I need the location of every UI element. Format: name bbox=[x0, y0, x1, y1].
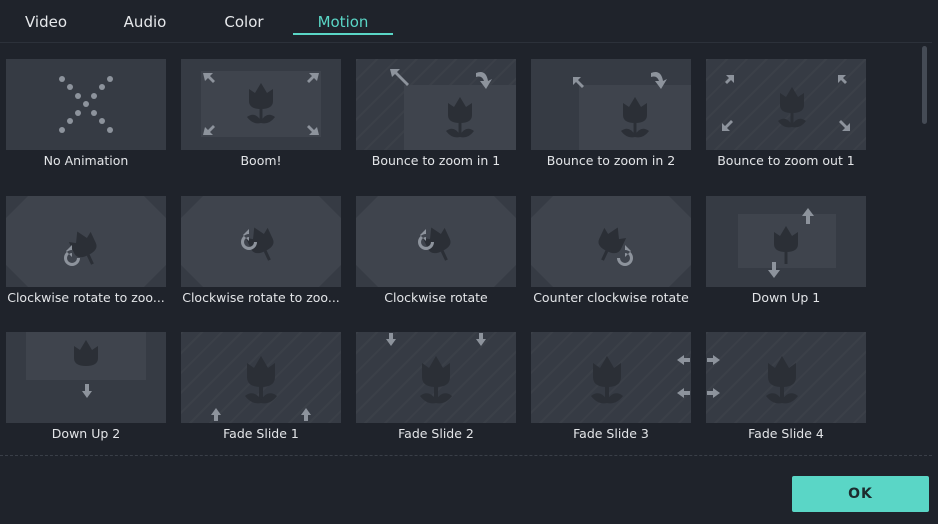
arrow-left-icon bbox=[677, 355, 690, 365]
preset-no-animation[interactable]: No Animation bbox=[1, 59, 171, 179]
preset-label: Bounce to zoom out 1 bbox=[717, 153, 855, 168]
preset-thumbnail bbox=[356, 59, 516, 150]
preset-label: Counter clockwise rotate bbox=[533, 290, 689, 305]
arrow-down-icon bbox=[386, 333, 396, 346]
scrollbar-thumb[interactable] bbox=[922, 46, 927, 124]
preset-thumbnail bbox=[6, 196, 166, 287]
tulip-icon bbox=[766, 356, 798, 404]
preset-label: Fade Slide 1 bbox=[223, 426, 299, 441]
tulip-icon bbox=[778, 87, 806, 128]
preset-thumbnail bbox=[706, 332, 866, 423]
preset-label: No Animation bbox=[43, 153, 129, 168]
preset-thumbnail bbox=[6, 59, 166, 150]
arrow-icon bbox=[573, 77, 584, 88]
tulip-icon bbox=[591, 356, 623, 404]
preset-clockwise-rotate-to-zoom-2[interactable]: Clockwise rotate to zoo... bbox=[176, 196, 346, 316]
tab-audio[interactable]: Audio bbox=[113, 0, 177, 36]
preset-thumbnail bbox=[706, 196, 866, 287]
arrow-right-icon bbox=[707, 355, 720, 365]
tab-color[interactable]: Color bbox=[212, 0, 276, 36]
preset-fade-slide-3[interactable]: Fade Slide 3 bbox=[526, 332, 696, 452]
preset-bounce-to-zoom-in-1[interactable]: Bounce to zoom in 1 bbox=[351, 59, 521, 179]
preset-label: Fade Slide 2 bbox=[398, 426, 474, 441]
preset-boom[interactable]: Boom! bbox=[176, 59, 346, 179]
arrow-up-icon bbox=[301, 408, 311, 421]
preset-label: Boom! bbox=[240, 153, 282, 168]
arrow-down-icon bbox=[476, 333, 486, 346]
arrow-right-icon bbox=[707, 388, 720, 398]
preset-clockwise-rotate-to-zoom-1[interactable]: Clockwise rotate to zoo... bbox=[1, 196, 171, 316]
tulip-icon bbox=[245, 356, 277, 404]
preset-fade-slide-2[interactable]: Fade Slide 2 bbox=[351, 332, 521, 452]
preset-label: Fade Slide 4 bbox=[748, 426, 824, 441]
preset-fade-slide-4[interactable]: Fade Slide 4 bbox=[701, 332, 871, 452]
preset-thumbnail bbox=[531, 332, 691, 423]
preset-thumbnail bbox=[181, 196, 341, 287]
preset-counter-clockwise-rotate[interactable]: Counter clockwise rotate bbox=[526, 196, 696, 316]
preset-label: Clockwise rotate bbox=[384, 290, 488, 305]
preset-label: Fade Slide 3 bbox=[573, 426, 649, 441]
arrow-down-icon bbox=[82, 384, 92, 398]
preset-thumbnail bbox=[181, 332, 341, 423]
arrow-icon bbox=[390, 69, 409, 86]
tab-video[interactable]: Video bbox=[14, 0, 78, 36]
preset-label: Clockwise rotate to zoo... bbox=[7, 290, 165, 305]
preset-label: Down Up 1 bbox=[751, 290, 821, 305]
preset-label: Down Up 2 bbox=[51, 426, 121, 441]
tab-bar: Video Audio Color Motion bbox=[0, 0, 938, 40]
preset-label: Clockwise rotate to zoo... bbox=[182, 290, 340, 305]
preset-thumbnail bbox=[531, 196, 691, 287]
active-tab-indicator bbox=[293, 33, 393, 35]
dotted-x-icon bbox=[59, 76, 113, 133]
preset-label: Bounce to zoom in 2 bbox=[546, 153, 676, 168]
preset-down-up-2[interactable]: Down Up 2 bbox=[1, 332, 171, 452]
tab-motion[interactable]: Motion bbox=[305, 0, 381, 36]
preset-thumbnail bbox=[181, 59, 341, 150]
preset-thumbnail bbox=[356, 196, 516, 287]
motion-presets-panel: No Animation Boom! Bounce to zoom in 1 B… bbox=[0, 42, 932, 456]
preset-fade-slide-1[interactable]: Fade Slide 1 bbox=[176, 332, 346, 452]
preset-thumbnail bbox=[6, 332, 166, 423]
preset-thumbnail bbox=[706, 59, 866, 150]
preset-bounce-to-zoom-in-2[interactable]: Bounce to zoom in 2 bbox=[526, 59, 696, 179]
preset-thumbnail bbox=[356, 332, 516, 423]
preset-bounce-to-zoom-out-1[interactable]: Bounce to zoom out 1 bbox=[701, 59, 871, 179]
arrow-up-icon bbox=[211, 408, 221, 421]
tulip-icon bbox=[420, 356, 452, 404]
arrow-left-icon bbox=[677, 388, 690, 398]
preset-thumbnail bbox=[531, 59, 691, 150]
ok-button[interactable]: OK bbox=[792, 476, 929, 512]
preset-label: Bounce to zoom in 1 bbox=[371, 153, 501, 168]
preset-clockwise-rotate[interactable]: Clockwise rotate bbox=[351, 196, 521, 316]
preset-down-up-1[interactable]: Down Up 1 bbox=[701, 196, 871, 316]
